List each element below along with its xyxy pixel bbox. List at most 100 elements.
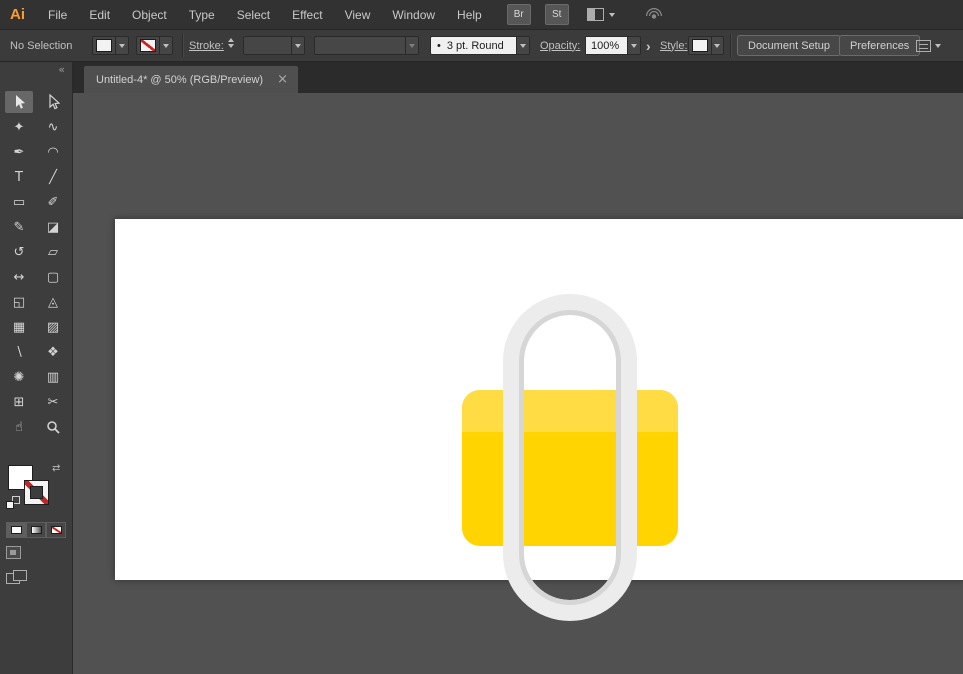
profile-bullet: • bbox=[437, 39, 441, 52]
zoom-tool[interactable] bbox=[39, 416, 67, 438]
opacity-flyout-arrow[interactable]: › bbox=[646, 30, 651, 61]
none-button[interactable] bbox=[46, 522, 66, 538]
menu-item-type[interactable]: Type bbox=[178, 8, 226, 22]
eyedropper-icon: ∖ bbox=[14, 344, 24, 360]
touch-workspace-icon[interactable] bbox=[645, 5, 663, 24]
mesh-tool[interactable]: ▦ bbox=[5, 316, 33, 338]
variable-width-profile-dropdown[interactable]: • 3 pt. Round bbox=[430, 36, 530, 55]
gradient-tool[interactable]: ▨ bbox=[39, 316, 67, 338]
menu-item-file[interactable]: File bbox=[37, 8, 78, 22]
menu-item-select[interactable]: Select bbox=[226, 8, 281, 22]
chevron-down-icon bbox=[631, 43, 637, 48]
menu-item-help[interactable]: Help bbox=[446, 8, 493, 22]
rectangle-tool[interactable]: ▭ bbox=[5, 191, 33, 213]
stroke-color-indicator[interactable] bbox=[24, 480, 49, 505]
stock-button[interactable]: St bbox=[544, 4, 569, 25]
pencil-tool[interactable]: ✎ bbox=[5, 216, 33, 238]
color-button[interactable] bbox=[6, 522, 26, 538]
drawing-mode-button[interactable] bbox=[6, 546, 66, 560]
default-fill-stroke-icon[interactable] bbox=[6, 496, 20, 509]
eyedropper-tool[interactable]: ∖ bbox=[5, 341, 33, 363]
symbol-sprayer-tool[interactable]: ✺ bbox=[5, 366, 33, 388]
paintbrush-tool[interactable]: ✐ bbox=[39, 191, 67, 213]
fill-swatch bbox=[96, 39, 113, 52]
fill-color-dropdown[interactable] bbox=[92, 36, 129, 55]
line-segment-tool[interactable]: ╱ bbox=[39, 166, 67, 188]
chevron-down-icon bbox=[608, 12, 615, 17]
zoom-icon bbox=[47, 421, 60, 434]
rotate-tool[interactable]: ↺ bbox=[5, 241, 33, 263]
preferences-button[interactable]: Preferences bbox=[839, 35, 921, 56]
menu-bar: Ai File Edit Object Type Select Effect V… bbox=[0, 0, 963, 30]
perspective-grid-tool[interactable]: ◬ bbox=[39, 291, 67, 313]
separator bbox=[730, 34, 732, 57]
menu-item-view[interactable]: View bbox=[334, 8, 382, 22]
curvature-tool[interactable]: ◠ bbox=[39, 141, 67, 163]
none-icon bbox=[50, 526, 62, 534]
gradient-button[interactable] bbox=[26, 522, 46, 538]
arrange-documents-button[interactable] bbox=[586, 8, 615, 21]
scale-tool[interactable]: ▱ bbox=[39, 241, 67, 263]
paintbrush-icon: ✐ bbox=[47, 194, 59, 210]
stroke-weight-label[interactable]: Stroke: bbox=[189, 30, 224, 61]
chevron-down-icon bbox=[714, 43, 721, 48]
stroke-weight-dropdown[interactable] bbox=[243, 36, 305, 55]
stroke-color-dropdown[interactable] bbox=[136, 36, 173, 55]
pen-icon: ✒ bbox=[13, 144, 25, 160]
hand-tool[interactable]: ☝ bbox=[5, 416, 33, 438]
menu-item-effect[interactable]: Effect bbox=[281, 8, 333, 22]
shape-builder-tool[interactable]: ◱ bbox=[5, 291, 33, 313]
type-tool[interactable]: T bbox=[5, 166, 33, 188]
opacity-label[interactable]: Opacity: bbox=[540, 30, 580, 61]
stroke-indicator-hole bbox=[30, 486, 43, 499]
gradient-swatch-icon bbox=[30, 526, 42, 534]
hand-icon: ☝ bbox=[15, 419, 23, 435]
tab-close-icon[interactable]: × bbox=[277, 72, 288, 87]
document-setup-button[interactable]: Document Setup bbox=[737, 35, 841, 56]
swap-fill-stroke-icon[interactable]: ⇄ bbox=[52, 463, 60, 474]
opacity-dropdown[interactable]: 100% bbox=[585, 36, 641, 55]
slice-icon: ✂ bbox=[47, 394, 59, 410]
stepper-down-icon[interactable] bbox=[228, 44, 234, 48]
style-dropdown[interactable] bbox=[688, 36, 724, 55]
selection-tool[interactable] bbox=[5, 91, 33, 113]
document-tab[interactable]: Untitled-4* @ 50% (RGB/Preview) × bbox=[84, 66, 298, 93]
control-panel-menu[interactable] bbox=[916, 30, 941, 61]
artboard-icon: ⊞ bbox=[13, 394, 25, 410]
blend-tool[interactable]: ❖ bbox=[39, 341, 67, 363]
magic-wand-tool[interactable]: ✦ bbox=[5, 116, 33, 138]
eraser-tool[interactable]: ◪ bbox=[39, 216, 67, 238]
document-tab-title: Untitled-4* @ 50% (RGB/Preview) bbox=[96, 73, 264, 86]
gradient-icon: ▨ bbox=[46, 319, 60, 335]
symbol-sprayer-icon: ✺ bbox=[13, 369, 25, 385]
selection-status: No Selection bbox=[10, 39, 73, 52]
direct-selection-tool[interactable] bbox=[39, 91, 67, 113]
blend-icon: ❖ bbox=[47, 344, 59, 360]
menu-item-edit[interactable]: Edit bbox=[78, 8, 121, 22]
mesh-icon: ▦ bbox=[12, 319, 26, 335]
screen-mode-button[interactable] bbox=[6, 570, 66, 586]
pen-tool[interactable]: ✒ bbox=[5, 141, 33, 163]
curvature-icon: ◠ bbox=[47, 144, 59, 160]
panel-collapse-icon[interactable]: « bbox=[0, 62, 72, 79]
stroke-weight-stepper[interactable] bbox=[228, 38, 234, 48]
slice-tool[interactable]: ✂ bbox=[39, 391, 67, 413]
free-transform-tool[interactable]: ▢ bbox=[39, 266, 67, 288]
rotate-icon: ↺ bbox=[13, 244, 25, 260]
menu-item-window[interactable]: Window bbox=[381, 8, 446, 22]
canvas[interactable] bbox=[73, 93, 963, 674]
column-graph-tool[interactable]: ▥ bbox=[39, 366, 67, 388]
separator bbox=[182, 34, 184, 57]
width-tool[interactable]: ↔ bbox=[5, 266, 33, 288]
artboard-tool[interactable]: ⊞ bbox=[5, 391, 33, 413]
bridge-button[interactable]: Br bbox=[506, 4, 531, 25]
style-label[interactable]: Style: bbox=[660, 30, 688, 61]
menu-item-object[interactable]: Object bbox=[121, 8, 178, 22]
tools-panel: « ✦ ∿ ✒ ◠ T ╱ ▭ ✐ ✎ ◪ ↺ ▱ ↔ ▢ ◱ ◬ ▦ ▨ ∖ … bbox=[0, 62, 73, 674]
lasso-tool[interactable]: ∿ bbox=[39, 116, 67, 138]
stepper-up-icon[interactable] bbox=[228, 38, 234, 42]
column-graph-icon: ▥ bbox=[46, 369, 60, 385]
brush-definition-dropdown[interactable] bbox=[314, 36, 419, 55]
tool-grid: ✦ ∿ ✒ ◠ T ╱ ▭ ✐ ✎ ◪ ↺ ▱ ↔ ▢ ◱ ◬ ▦ ▨ ∖ ❖ … bbox=[0, 91, 72, 438]
arrange-documents-icon bbox=[586, 8, 604, 21]
